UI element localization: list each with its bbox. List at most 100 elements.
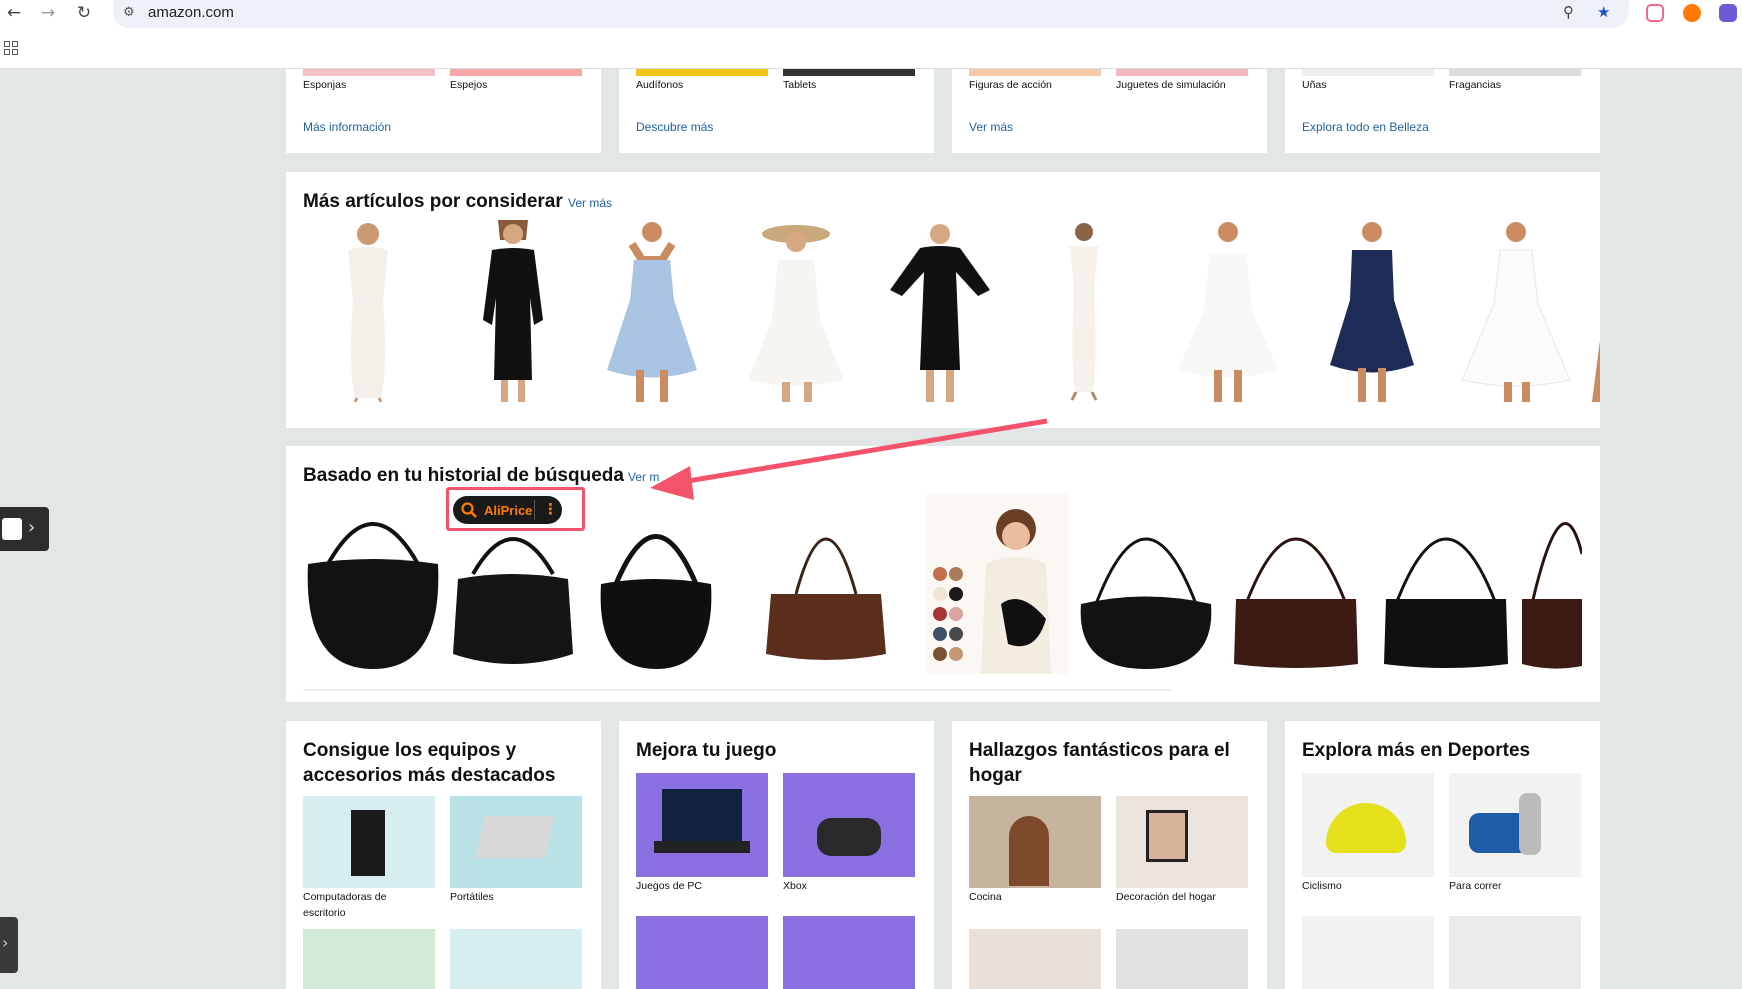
product-image[interactable] [303,796,435,888]
handbag-product[interactable] [1522,494,1582,674]
side-panel-tab[interactable]: › [0,507,49,551]
category-card: Uñas Fragancias Explora todo en Belleza [1285,69,1600,153]
thumb-label[interactable]: Xbox [783,878,807,894]
thumb-label[interactable]: Cocina [969,889,1002,905]
category-card: Audífonos Tablets Descubre más [619,69,934,153]
thumb-label[interactable]: Ciclismo [1302,878,1342,894]
more-items-card: Más artículos por considerar Ver más [286,172,1600,428]
handbag-product[interactable] [926,494,1068,674]
product-image[interactable] [783,773,915,877]
chevron-right-icon: › [28,517,36,538]
bookmark-star-icon[interactable]: ★ [1597,3,1610,21]
dress-product[interactable] [448,220,578,402]
thumb-label[interactable]: Figuras de acción [969,77,1052,93]
handbag-product[interactable] [1376,494,1516,674]
thumb-label[interactable]: Juegos de PC [636,878,702,894]
product-image[interactable] [303,929,435,989]
product-image[interactable] [1449,69,1581,76]
handbag-product[interactable] [1076,494,1216,674]
dress-product[interactable] [1446,220,1586,402]
address-bar[interactable]: ⚙ amazon.com ⚲ ★ [113,0,1629,28]
product-image[interactable] [450,69,582,76]
side-panel-tab[interactable]: › [0,917,18,973]
card-link[interactable]: Más información [303,120,391,134]
thumb-label[interactable]: Esponjas [303,77,346,93]
product-image[interactable] [783,916,915,989]
carousel-scrollbar[interactable] [303,689,1171,691]
product-image[interactable] [636,773,768,877]
card-title: Explora más en Deportes [1302,740,1531,761]
handbag-product[interactable] [303,494,443,674]
aliprice-label[interactable]: AliPrice [484,503,532,518]
back-icon[interactable]: ← [3,2,25,24]
handbag-product[interactable] [756,494,896,674]
thumb-label[interactable]: Espejos [450,77,487,93]
product-image[interactable] [450,796,582,888]
handbag-thumbnail-icon [2,518,22,540]
category-card: Hallazgos fantásticos para el hogar Coci… [952,721,1267,989]
dress-product[interactable] [1014,220,1154,402]
product-image[interactable] [450,929,582,989]
handbag-product[interactable] [596,494,716,674]
aliprice-extension-icon[interactable] [1683,4,1701,22]
card-link[interactable]: Ver más [969,120,1013,134]
dress-product[interactable] [1590,220,1600,402]
dress-product[interactable] [1158,220,1298,402]
thumb-label[interactable]: Uñas [1302,77,1327,93]
product-image[interactable] [969,796,1101,888]
product-image[interactable] [636,916,768,989]
product-image[interactable] [1116,69,1248,76]
product-image[interactable] [636,69,768,76]
card-title: Mejora tu juego [636,740,777,761]
thumb-label[interactable]: Para correr [1449,878,1502,894]
category-card: Explora más en Deportes Ciclismo Para co… [1285,721,1600,989]
search-history-card: Basado en tu historial de búsqueda Ver m [286,446,1600,702]
thumb-label[interactable]: Juguetes de simulación [1116,77,1226,93]
product-image[interactable] [1302,773,1434,877]
browser-toolbar: ← → ↻ ⚙ amazon.com ⚲ ★ [0,0,1742,69]
card-link[interactable]: Descubre más [636,120,713,134]
product-image[interactable] [783,69,915,76]
product-image[interactable] [1116,796,1248,888]
product-image[interactable] [1449,773,1581,877]
search-icon [461,502,477,518]
dress-product[interactable] [582,220,722,402]
product-image[interactable] [969,929,1101,989]
see-more-link[interactable]: Ver m [628,470,659,484]
product-image[interactable] [1302,69,1434,76]
extension-icon[interactable] [1646,4,1664,22]
extension-icon[interactable] [1719,4,1737,22]
product-image[interactable] [1116,929,1248,989]
thumb-label[interactable]: Fragancias [1449,77,1501,93]
more-options-icon[interactable]: ⋮ [543,500,558,518]
dress-product[interactable] [870,220,1010,402]
aliprice-search-button[interactable]: AliPrice ⋮ [453,496,562,524]
section-title: Basado en tu historial de búsqueda [303,465,624,486]
product-image[interactable] [303,69,435,76]
dress-product[interactable] [726,220,866,402]
zoom-icon[interactable]: ⚲ [1563,3,1574,21]
handbag-product[interactable] [1226,494,1366,674]
reload-icon[interactable]: ↻ [73,2,95,24]
url-text[interactable]: amazon.com [148,4,234,21]
product-image[interactable] [1449,916,1581,989]
dress-product[interactable] [1302,220,1442,402]
apps-grid-icon[interactable] [4,41,18,55]
category-card: Figuras de acción Juguetes de simulación… [952,69,1267,153]
category-card: Esponjas Espejos Más información [286,69,601,153]
thumb-label[interactable]: Portátiles [450,889,494,905]
section-title: Más artículos por considerar [303,191,563,212]
site-info-icon[interactable]: ⚙ [123,5,135,20]
thumb-label[interactable]: Audífonos [636,77,683,93]
see-more-link[interactable]: Ver más [568,196,612,210]
dress-product[interactable] [303,220,433,402]
forward-icon[interactable]: → [37,2,59,24]
thumb-label[interactable]: Tablets [783,77,816,93]
divider [534,500,535,520]
card-title: Hallazgos fantásticos para el hogar [969,740,1230,786]
thumb-label[interactable]: Computadoras de escritorio [303,889,413,921]
thumb-label[interactable]: Decoración del hogar [1116,889,1216,905]
product-image[interactable] [1302,916,1434,989]
card-link[interactable]: Explora todo en Belleza [1302,120,1429,134]
product-image[interactable] [969,69,1101,76]
